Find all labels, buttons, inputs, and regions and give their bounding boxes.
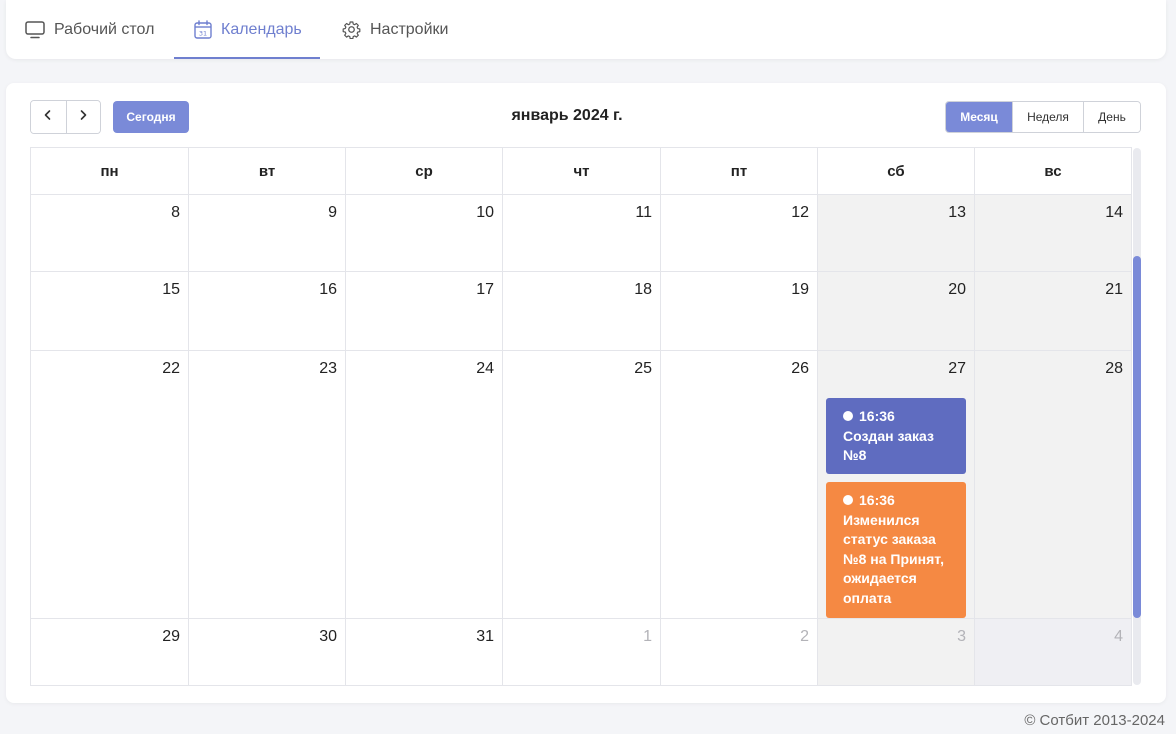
day-cell[interactable]: 21 [975, 272, 1131, 350]
view-month-button[interactable]: Месяц [946, 102, 1012, 132]
tab-desktop-label: Рабочий стол [54, 20, 155, 38]
day-number: 10 [476, 204, 494, 221]
week-row: 8 9 10 11 12 13 14 [31, 195, 1131, 272]
day-number: 26 [791, 360, 809, 377]
day-cell[interactable]: 14 [975, 195, 1131, 271]
event-title: Создан заказ №8 [843, 427, 934, 464]
day-cell[interactable]: 4 [975, 619, 1131, 685]
day-number: 1 [643, 628, 652, 645]
gear-icon [342, 20, 361, 39]
event-dot-icon [843, 411, 853, 421]
top-tabs-bar: Рабочий стол 31 Календарь Настройки [6, 0, 1166, 59]
weekday-header-cell: пн [31, 148, 189, 194]
weekday-header-cell: сб [818, 148, 975, 194]
day-cell[interactable]: 12 [661, 195, 818, 271]
day-cell[interactable]: 19 [661, 272, 818, 350]
day-number: 13 [948, 204, 966, 221]
view-day-button[interactable]: День [1083, 102, 1140, 132]
view-week-button[interactable]: Неделя [1012, 102, 1083, 132]
day-number: 19 [791, 281, 809, 298]
svg-text:31: 31 [199, 30, 207, 38]
calendar-event[interactable]: 16:36 Изменился статус заказа №8 на Прин… [826, 482, 966, 618]
day-number: 9 [328, 204, 337, 221]
day-cell[interactable]: 2 [661, 619, 818, 685]
weekday-header-cell: вс [1044, 162, 1062, 180]
day-number: 14 [1105, 204, 1123, 221]
day-number: 3 [957, 628, 966, 645]
tab-settings-label: Настройки [370, 20, 449, 38]
tab-calendar[interactable]: 31 Календарь [174, 0, 320, 59]
event-dot-icon [843, 495, 853, 505]
day-cell[interactable]: 11 [503, 195, 661, 271]
copyright-footer: © Сотбит 2013-2024 [1024, 712, 1165, 729]
day-number: 17 [476, 281, 494, 298]
weekday-header-cell: чт [503, 148, 661, 194]
day-number: 11 [635, 204, 652, 221]
event-time: 16:36 [859, 492, 895, 508]
day-cell[interactable]: 15 [31, 272, 189, 350]
calendar-scrollbar[interactable] [1133, 148, 1141, 685]
day-number: 2 [800, 628, 809, 645]
day-cell[interactable]: 18 [503, 272, 661, 350]
event-time: 16:36 [859, 408, 895, 424]
day-cell[interactable]: 10 [346, 195, 503, 271]
day-cell[interactable]: 26 [661, 351, 818, 618]
day-number: 30 [319, 628, 337, 645]
day-number: 25 [634, 360, 652, 377]
day-cell[interactable]: 25 [503, 351, 661, 618]
day-cell[interactable]: 23 [189, 351, 346, 618]
day-cell[interactable]: 3 [818, 619, 975, 685]
day-cell[interactable]: 8 [31, 195, 189, 271]
tab-desktop[interactable]: Рабочий стол [25, 0, 154, 59]
day-cell[interactable]: 17 [346, 272, 503, 350]
calendar-event[interactable]: 16:36 Создан заказ №8 [826, 398, 966, 474]
day-number: 20 [948, 281, 966, 298]
day-cell[interactable]: 30 [189, 619, 346, 685]
day-number: 8 [171, 204, 180, 221]
day-cell[interactable]: 20 [818, 272, 975, 350]
day-number: 23 [319, 360, 337, 377]
day-cell[interactable]: 16 [189, 272, 346, 350]
week-row: 15 16 17 18 19 20 21 [31, 272, 1131, 351]
month-grid: пн вт ср чт пт сб вс 8 9 10 11 12 13 14 … [30, 147, 1141, 686]
day-cell[interactable]: 22 [31, 351, 189, 618]
view-switcher: Месяц Неделя День [945, 101, 1141, 133]
scrollbar-thumb[interactable] [1133, 256, 1141, 618]
day-number: 29 [162, 628, 180, 645]
day-number: 24 [476, 360, 494, 377]
day-number: 18 [634, 281, 652, 298]
calendar-panel: Сегодня январь 2024 г. Месяц Неделя День… [6, 83, 1166, 703]
day-number: 31 [476, 628, 494, 645]
day-cell[interactable]: 13 [818, 195, 975, 271]
weekday-header: пн вт ср чт пт сб вс [31, 148, 1131, 195]
day-number: 28 [1105, 360, 1123, 377]
day-number: 15 [162, 281, 180, 298]
event-title: Изменился статус заказа №8 на Принят, ож… [843, 511, 944, 606]
week-row: 22 23 24 25 26 27 16:36 Создан заказ №8 … [31, 351, 1131, 619]
day-cell[interactable]: 1 [503, 619, 661, 685]
tab-settings[interactable]: Настройки [342, 0, 448, 59]
day-number: 16 [319, 281, 337, 298]
day-cell[interactable]: 29 [31, 619, 189, 685]
day-cell[interactable]: 28 [975, 351, 1131, 618]
weekday-header-cell: вт [189, 148, 346, 194]
monitor-icon [25, 20, 45, 39]
day-cell[interactable]: 24 [346, 351, 503, 618]
day-number: 4 [1114, 628, 1123, 645]
weekday-header-cell: пт [661, 148, 818, 194]
day-cell[interactable]: 31 [346, 619, 503, 685]
calendar-icon: 31 [194, 20, 212, 39]
tab-calendar-label: Календарь [221, 20, 302, 38]
day-number: 22 [162, 360, 180, 377]
day-number: 12 [791, 204, 809, 221]
day-cell[interactable]: 9 [189, 195, 346, 271]
day-cell[interactable]: 27 16:36 Создан заказ №8 16:36 Изменился… [818, 351, 975, 618]
week-row: 29 30 31 1 2 3 4 [31, 619, 1131, 685]
day-number: 27 [948, 360, 966, 377]
day-number: 21 [1105, 281, 1123, 298]
weekday-header-cell: ср [346, 148, 503, 194]
